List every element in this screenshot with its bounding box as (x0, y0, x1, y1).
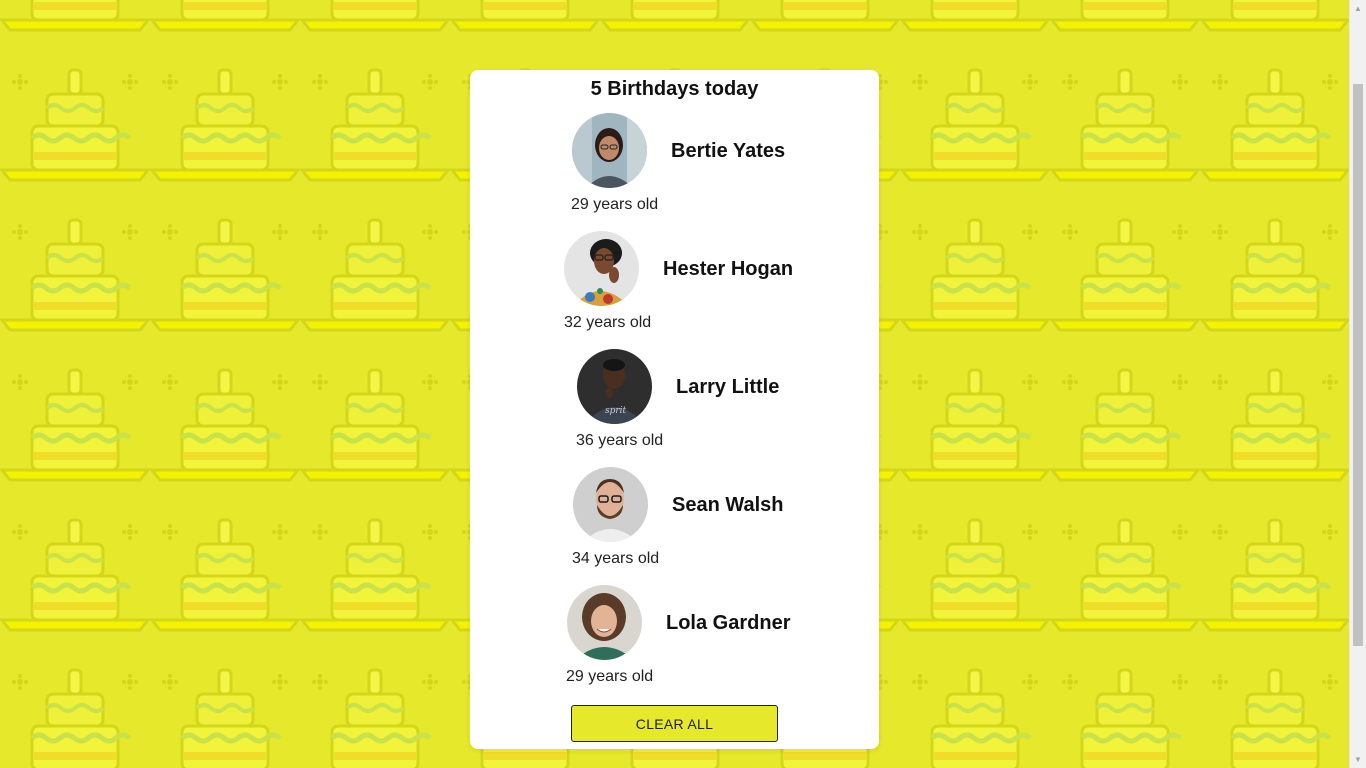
person-name: Hester Hogan (663, 258, 794, 280)
man-beard-glasses-avatar (573, 467, 648, 542)
woman-glasses-avatar (572, 113, 647, 188)
person-item: Lola Gardner 29 years old (470, 585, 879, 695)
birthday-card: 5 Birthdays today Bertie Yates 29 years … (470, 70, 879, 749)
person-item: Sean Walsh 34 years old (470, 467, 879, 577)
person-name: Lola Gardner (666, 612, 791, 634)
person-item: Bertie Yates 29 years old (470, 113, 879, 223)
page-title: 5 Birthdays today (590, 78, 759, 100)
person-age: 32 years old (564, 314, 652, 331)
person-age: 36 years old (576, 432, 664, 449)
person-age: 29 years old (571, 196, 659, 213)
clear-all-button[interactable]: CLEAR ALL (571, 705, 778, 742)
person-age: 29 years old (566, 668, 654, 685)
woman-curly-hair-avatar (567, 585, 642, 660)
person-item: Hester Hogan 32 years old (470, 231, 879, 341)
page-scrollbar[interactable]: ▲ ▼ (1349, 0, 1366, 768)
scrollbar-thumb[interactable] (1353, 84, 1363, 646)
man-dark-shirt-avatar: sprit (577, 349, 652, 424)
svg-text:sprit: sprit (605, 406, 627, 416)
person-age: 34 years old (572, 550, 660, 567)
scroll-down-icon[interactable]: ▼ (1350, 751, 1366, 768)
person-name: Sean Walsh (672, 494, 784, 516)
scroll-up-icon[interactable]: ▲ (1350, 0, 1366, 17)
person-name: Larry Little (676, 376, 780, 398)
person-name: Bertie Yates (671, 140, 786, 162)
woman-colorful-shirt-avatar (564, 231, 639, 306)
person-item: sprit Larry Little 36 years old (470, 349, 879, 459)
